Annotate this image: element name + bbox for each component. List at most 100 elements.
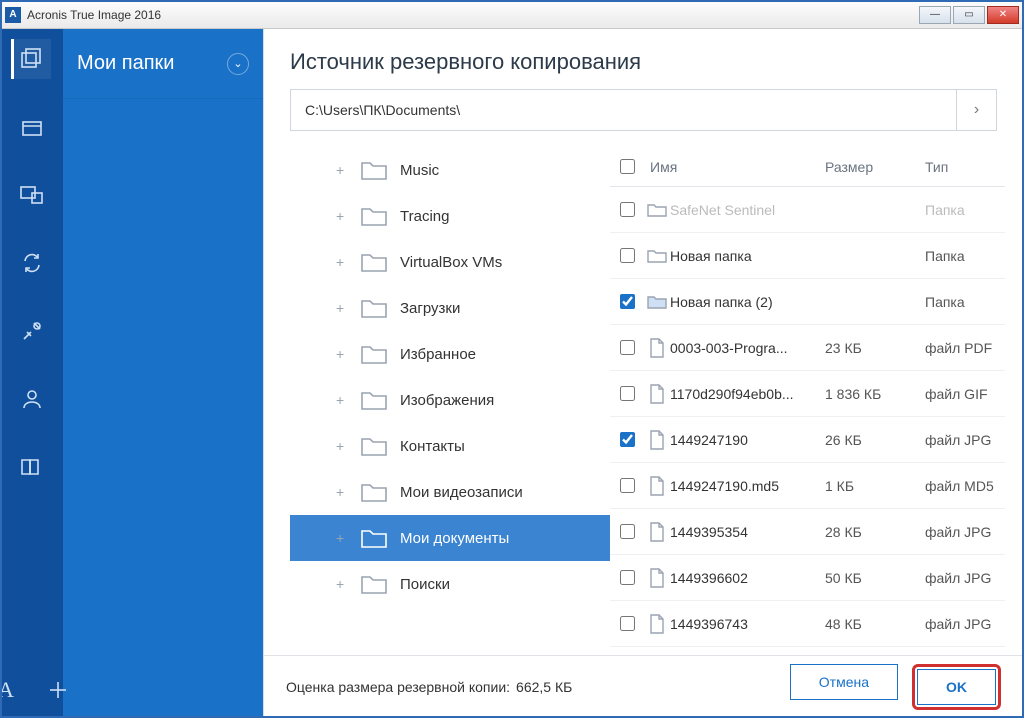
chevron-down-icon[interactable]: ⌄ xyxy=(227,53,249,75)
file-size: 1 КБ xyxy=(825,478,925,494)
file-name: 1449247190.md5 xyxy=(670,478,825,494)
file-row[interactable]: 0003-003-Progra...23 КБфайл PDF xyxy=(610,325,1005,371)
file-icon xyxy=(644,384,670,404)
folder-icon xyxy=(360,527,388,549)
close-button[interactable]: ✕ xyxy=(987,6,1019,24)
main-panel: Источник резервного копирования C:\Users… xyxy=(263,29,1023,717)
tree-item[interactable]: +Music xyxy=(290,147,610,193)
row-checkbox[interactable] xyxy=(620,616,635,631)
rail-help-icon[interactable] xyxy=(12,447,52,487)
tree-item-label: Избранное xyxy=(400,346,476,363)
tree-item[interactable]: +VirtualBox VMs xyxy=(290,239,610,285)
row-checkbox[interactable] xyxy=(620,340,635,355)
col-name[interactable]: Имя xyxy=(644,159,825,175)
expand-icon[interactable]: + xyxy=(336,392,352,408)
row-checkbox[interactable] xyxy=(620,248,635,263)
row-checkbox[interactable] xyxy=(620,524,635,539)
file-type: Папка xyxy=(925,294,1005,310)
minimize-button[interactable]: — xyxy=(919,6,951,24)
file-type: Папка xyxy=(925,248,1005,264)
file-type: Папка xyxy=(925,202,1005,218)
col-type[interactable]: Тип xyxy=(925,159,1005,175)
tree-item-label: Мои документы xyxy=(400,530,509,547)
expand-icon[interactable]: + xyxy=(336,208,352,224)
sidebar: Мои папки ⌄ xyxy=(63,29,263,717)
file-row[interactable]: 144939535428 КБфайл JPG xyxy=(610,509,1005,555)
expand-icon[interactable]: + xyxy=(336,438,352,454)
folder-icon xyxy=(644,294,670,310)
tree-item[interactable]: + Изображения xyxy=(290,377,610,423)
folder-icon xyxy=(644,248,670,264)
file-row[interactable]: 144924719026 КБфайл JPG xyxy=(610,417,1005,463)
nav-rail: A xyxy=(1,29,63,717)
sidebar-heading-label: Мои папки xyxy=(77,52,174,75)
rail-sync-icon[interactable] xyxy=(12,243,52,283)
expand-icon[interactable]: + xyxy=(336,162,352,178)
rail-archive-icon[interactable] xyxy=(12,107,52,147)
row-checkbox[interactable] xyxy=(620,570,635,585)
rail-font-icon[interactable]: A xyxy=(0,675,21,705)
rail-sync-devices-icon[interactable] xyxy=(12,175,52,215)
file-name: SafeNet Sentinel xyxy=(670,202,825,218)
path-go-button[interactable]: › xyxy=(956,90,996,130)
file-name: 1170d290f94eb0b... xyxy=(670,386,825,402)
tree-item[interactable]: +Поиски xyxy=(290,561,610,607)
tree-item[interactable]: + Загрузки xyxy=(290,285,610,331)
maximize-button[interactable]: ▭ xyxy=(953,6,985,24)
row-checkbox[interactable] xyxy=(620,432,635,447)
folder-icon xyxy=(360,435,388,457)
file-name: 1449396602 xyxy=(670,570,825,586)
file-name: Новая папка xyxy=(670,248,825,264)
tree-item-label: Контакты xyxy=(400,438,465,455)
row-checkbox[interactable] xyxy=(620,386,635,401)
file-type: файл JPG xyxy=(925,570,1005,586)
file-row[interactable]: 1449247190.md51 КБфайл MD5 xyxy=(610,463,1005,509)
row-checkbox[interactable] xyxy=(620,478,635,493)
file-list-header: Имя Размер Тип xyxy=(610,147,1005,187)
file-name: 1449247190 xyxy=(670,432,825,448)
file-type: файл JPG xyxy=(925,524,1005,540)
rail-account-icon[interactable] xyxy=(12,379,52,419)
expand-icon[interactable]: + xyxy=(336,300,352,316)
titlebar: A Acronis True Image 2016 — ▭ ✕ xyxy=(1,1,1023,29)
file-row[interactable]: 1170d290f94eb0b...1 836 КБфайл GIF xyxy=(610,371,1005,417)
tree-item[interactable]: + Избранное xyxy=(290,331,610,377)
tree-item[interactable]: + Мои видеозаписи xyxy=(290,469,610,515)
path-input[interactable]: C:\Users\ПК\Documents\ xyxy=(291,102,956,118)
file-size: 26 КБ xyxy=(825,432,925,448)
ok-button[interactable]: OK xyxy=(917,669,996,705)
row-checkbox[interactable] xyxy=(620,294,635,309)
folder-icon xyxy=(360,481,388,503)
expand-icon[interactable]: + xyxy=(336,576,352,592)
tree-item[interactable]: +Tracing xyxy=(290,193,610,239)
expand-icon[interactable]: + xyxy=(336,530,352,546)
file-row[interactable]: Новая папка (2)Папка xyxy=(610,279,1005,325)
tree-item[interactable]: + Контакты xyxy=(290,423,610,469)
tree-item[interactable]: + Мои документы xyxy=(290,515,610,561)
expand-icon[interactable]: + xyxy=(336,484,352,500)
file-icon xyxy=(644,522,670,542)
cancel-button[interactable]: Отмена xyxy=(790,664,898,700)
folder-icon xyxy=(360,389,388,411)
file-row[interactable]: SafeNet Sentinel Папка xyxy=(610,187,1005,233)
file-name: 0003-003-Progra... xyxy=(670,340,825,356)
row-checkbox[interactable] xyxy=(620,202,635,217)
rail-tools-icon[interactable] xyxy=(12,311,52,351)
col-size[interactable]: Размер xyxy=(825,159,925,175)
file-row[interactable]: Новая папка Папка xyxy=(610,233,1005,279)
file-size: 23 КБ xyxy=(825,340,925,356)
expand-icon[interactable]: + xyxy=(336,254,352,270)
file-icon xyxy=(644,338,670,358)
tree-item-label: Загрузки xyxy=(400,300,460,317)
tree-item-label: Изображения xyxy=(400,392,494,409)
rail-backup-icon[interactable] xyxy=(11,39,51,79)
expand-icon[interactable]: + xyxy=(336,346,352,362)
file-row[interactable]: 144939674348 КБфайл JPG xyxy=(610,601,1005,647)
file-list: Имя Размер Тип SafeNet SentinelПапкаНова… xyxy=(610,147,1005,655)
select-all-checkbox[interactable] xyxy=(620,159,635,174)
rail-add-icon[interactable] xyxy=(43,675,73,705)
file-row[interactable]: 144939660250 КБфайл JPG xyxy=(610,555,1005,601)
tree-item-label: Мои видеозаписи xyxy=(400,484,523,501)
sidebar-heading[interactable]: Мои папки ⌄ xyxy=(63,29,263,99)
file-size: 1 836 КБ xyxy=(825,386,925,402)
